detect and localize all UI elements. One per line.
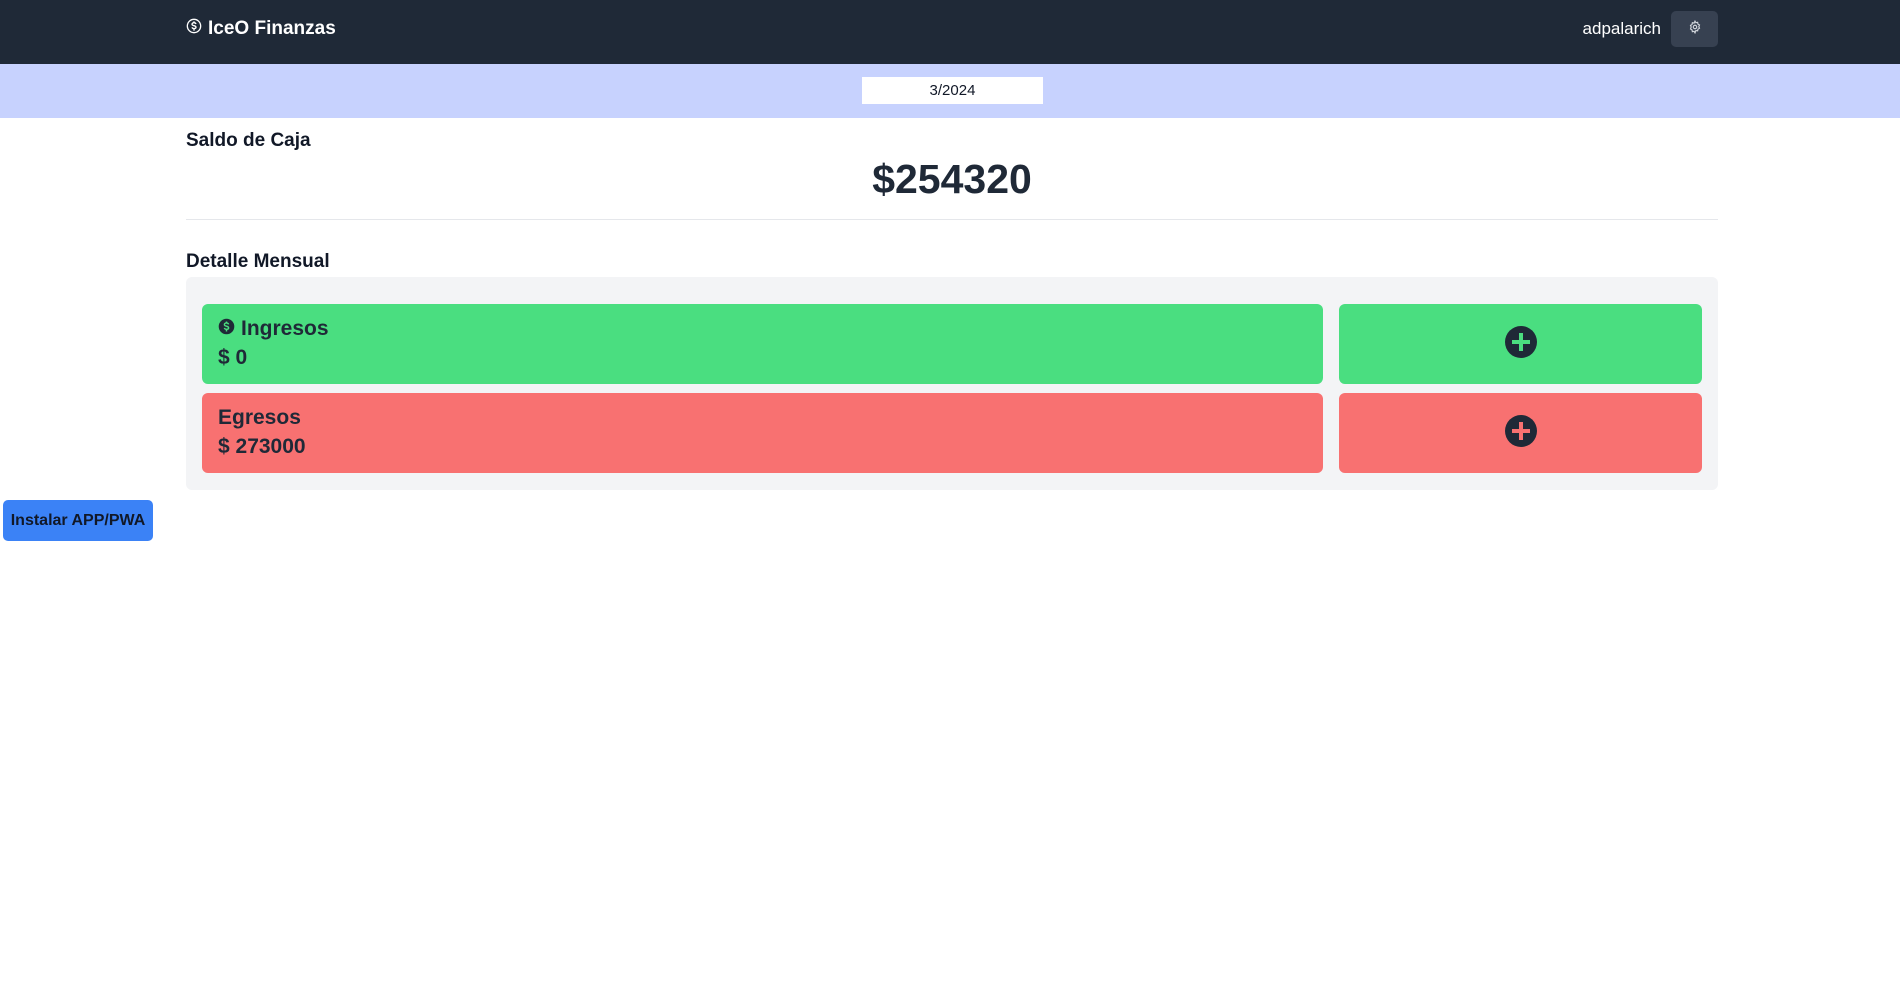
income-card[interactable]: Ingresos $ 0 [202, 304, 1323, 384]
balance-section-title: Saldo de Caja [186, 130, 311, 151]
expense-label: Egresos [218, 406, 301, 429]
expense-amount: $ 273000 [218, 435, 306, 458]
top-navbar: IceO Finanzas adpalarich [0, 0, 1900, 64]
plus-circle-icon [1504, 325, 1538, 364]
dollar-circle-icon [218, 317, 235, 341]
plus-circle-icon [1504, 414, 1538, 453]
cash-balance-amount: $254320 [872, 156, 1032, 202]
settings-button[interactable] [1671, 11, 1718, 47]
gear-icon [1688, 19, 1702, 39]
section-divider [186, 219, 1718, 220]
income-label-row: Ingresos [218, 316, 1307, 342]
install-app-button[interactable]: Instalar APP/PWA [3, 500, 153, 541]
username-label: adpalarich [1582, 19, 1661, 38]
period-selector-bar [0, 64, 1900, 118]
monthly-section-title: Detalle Mensual [186, 251, 330, 272]
user-area: adpalarich [1583, 11, 1718, 47]
app-brand[interactable]: IceO Finanzas [186, 16, 336, 42]
period-input[interactable] [862, 77, 1043, 104]
app-title: IceO Finanzas [208, 18, 336, 39]
expense-label-row: Egresos [218, 405, 1307, 431]
dollar-circle-icon [186, 18, 202, 40]
income-label: Ingresos [241, 317, 329, 340]
income-amount: $ 0 [218, 346, 248, 369]
monthly-detail-panel: Ingresos $ 0 Egresos $ 273000 [186, 277, 1718, 490]
add-expense-button[interactable] [1339, 393, 1702, 473]
expense-card[interactable]: Egresos $ 273000 [202, 393, 1323, 473]
add-income-button[interactable] [1339, 304, 1702, 384]
